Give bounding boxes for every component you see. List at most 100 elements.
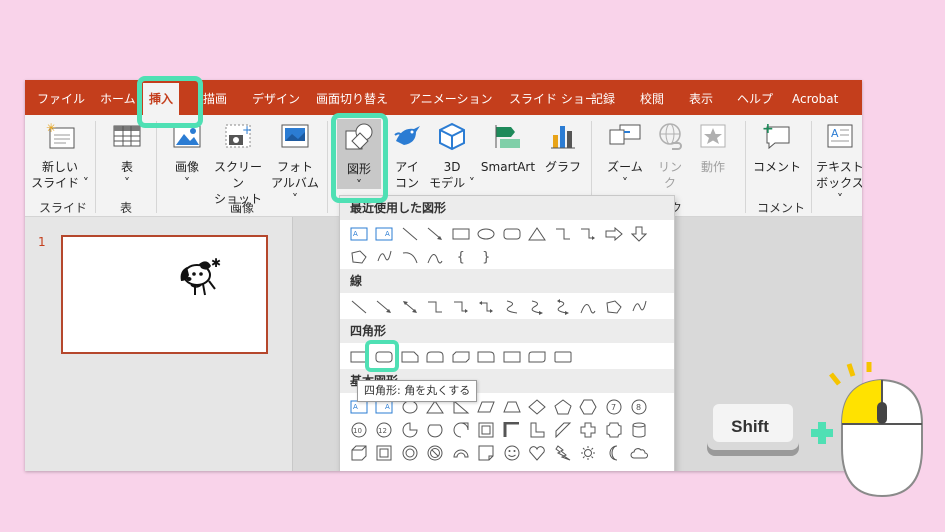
zoom-button[interactable]: ズーム ˅	[603, 121, 647, 191]
snip-corner-rectangle-shape[interactable]	[397, 346, 423, 368]
action-label: 動作	[700, 160, 725, 174]
freeform-shape[interactable]	[346, 246, 372, 268]
cross-shape[interactable]	[576, 419, 602, 441]
octagon-shape[interactable]: 8	[627, 396, 653, 418]
arc-shape[interactable]	[397, 246, 423, 268]
no-symbol-shape[interactable]	[423, 442, 449, 464]
3d-model-button[interactable]: 3D モデル ˅	[427, 121, 477, 191]
scribble-shape[interactable]	[627, 296, 653, 318]
screenshot-icon: +	[225, 123, 252, 148]
images-button[interactable]: 画像 ˅	[165, 121, 209, 191]
oval-shape[interactable]	[474, 223, 500, 245]
moon-shape[interactable]	[601, 442, 627, 464]
vertical-textbox-shape[interactable]: A	[372, 223, 398, 245]
freeform-shape[interactable]	[601, 296, 627, 318]
line-shape[interactable]	[346, 296, 372, 318]
sun-shape[interactable]	[576, 442, 602, 464]
curve-shape[interactable]	[576, 296, 602, 318]
tab-acrobat[interactable]: Acrobat	[792, 80, 838, 115]
rounded-rectangle-shape[interactable]	[499, 223, 525, 245]
heart-shape[interactable]	[525, 442, 551, 464]
elbow-arrow-connector-shape[interactable]	[448, 296, 474, 318]
tab-draw[interactable]: 描画	[203, 80, 227, 115]
frame-shape[interactable]	[474, 419, 500, 441]
cube-shape[interactable]	[346, 442, 372, 464]
photo-album-label-1: フォト	[276, 160, 313, 174]
plain-rectangle-shape[interactable]	[499, 346, 525, 368]
bevel-shape[interactable]	[372, 442, 398, 464]
rectangle-shape[interactable]	[448, 223, 474, 245]
arrow-shape[interactable]	[423, 223, 449, 245]
down-arrow-shape[interactable]	[627, 223, 653, 245]
curved-arrow-connector-shape[interactable]	[525, 296, 551, 318]
table-button[interactable]: 表 ˅	[105, 121, 149, 191]
can-shape[interactable]	[627, 419, 653, 441]
line-shape[interactable]	[397, 223, 423, 245]
folded-corner-shape[interactable]	[474, 442, 500, 464]
pie-shape[interactable]	[397, 419, 423, 441]
tab-transitions[interactable]: 画面切り替え	[316, 80, 388, 115]
decagon-shape[interactable]: 10	[346, 419, 372, 441]
new-slide-button[interactable]: ✳ 新しい スライド ˅	[31, 121, 89, 191]
tab-design[interactable]: デザイン	[252, 80, 300, 115]
tab-review[interactable]: 校閲	[640, 80, 664, 115]
pentagon-shape[interactable]	[550, 396, 576, 418]
round-single-corner-rectangle-shape[interactable]	[474, 346, 500, 368]
tab-animations[interactable]: アニメーション	[409, 80, 493, 115]
half-frame-shape[interactable]	[499, 419, 525, 441]
link-button[interactable]: リン ク	[651, 121, 689, 191]
curved-connector-shape[interactable]	[499, 296, 525, 318]
hexagon-shape[interactable]	[576, 396, 602, 418]
icons-button[interactable]: アイ コン	[389, 121, 425, 191]
tab-slideshow[interactable]: スライド ショー	[509, 80, 597, 115]
cloud-shape[interactable]	[627, 442, 653, 464]
dodecagon-shape[interactable]: 12	[372, 419, 398, 441]
photo-album-button[interactable]: フォト アルバム ˅	[269, 121, 321, 207]
action-button[interactable]: 動作	[693, 121, 733, 175]
right-arrow-shape[interactable]	[601, 223, 627, 245]
elbow-connector-shape[interactable]	[550, 223, 576, 245]
textbox-shape[interactable]: A	[346, 223, 372, 245]
elbow-connector-shape[interactable]	[423, 296, 449, 318]
line-arrow-shape[interactable]	[372, 296, 398, 318]
tab-help[interactable]: ヘルプ	[737, 80, 773, 115]
donut-shape[interactable]	[397, 442, 423, 464]
tab-view[interactable]: 表示	[689, 80, 713, 115]
textbox-button[interactable]: A テキスト ボックス ˅	[815, 121, 862, 207]
block-arc-shape[interactable]	[448, 442, 474, 464]
scribble-shape[interactable]	[372, 246, 398, 268]
double-arrow-line-shape[interactable]	[397, 296, 423, 318]
comment-button[interactable]: + コメント	[751, 121, 803, 175]
tab-file[interactable]: ファイル	[37, 80, 85, 115]
parallelogram-shape[interactable]	[474, 396, 500, 418]
wide-rectangle-shape[interactable]	[550, 346, 576, 368]
chord-shape[interactable]	[423, 419, 449, 441]
teardrop-shape[interactable]	[448, 419, 474, 441]
elbow-double-arrow-connector-shape[interactable]	[474, 296, 500, 318]
plaque-shape[interactable]	[601, 419, 627, 441]
trapezoid-shape[interactable]	[499, 396, 525, 418]
elbow-arrow-connector-shape[interactable]	[576, 223, 602, 245]
lightning-bolt-shape[interactable]	[550, 442, 576, 464]
smartart-button[interactable]: SmartArt	[477, 121, 539, 175]
diamond-shape[interactable]	[525, 396, 551, 418]
rounded-diagonal-rectangle-shape[interactable]	[525, 346, 551, 368]
right-brace-shape[interactable]: }	[474, 246, 500, 268]
slide-thumbnail[interactable]: ✱	[61, 235, 268, 354]
heptagon-shape[interactable]: 7	[601, 396, 627, 418]
svg-text:12: 12	[378, 427, 387, 435]
chart-button[interactable]: グラフ	[543, 121, 583, 175]
snip-diagonal-rectangle-shape[interactable]	[448, 346, 474, 368]
curve-shape[interactable]	[423, 246, 449, 268]
left-brace-shape[interactable]: {	[448, 246, 474, 268]
icons-label-1: アイ	[395, 160, 419, 174]
triangle-shape[interactable]	[525, 223, 551, 245]
diagonal-stripe-shape[interactable]	[550, 419, 576, 441]
round-same-side-rectangle-shape[interactable]	[423, 346, 449, 368]
l-shape[interactable]	[525, 419, 551, 441]
link-globe-icon	[659, 123, 682, 150]
tab-record[interactable]: 記録	[591, 80, 615, 115]
tab-home[interactable]: ホーム	[100, 80, 136, 115]
curved-double-arrow-connector-shape[interactable]	[550, 296, 576, 318]
smiley-face-shape[interactable]	[499, 442, 525, 464]
